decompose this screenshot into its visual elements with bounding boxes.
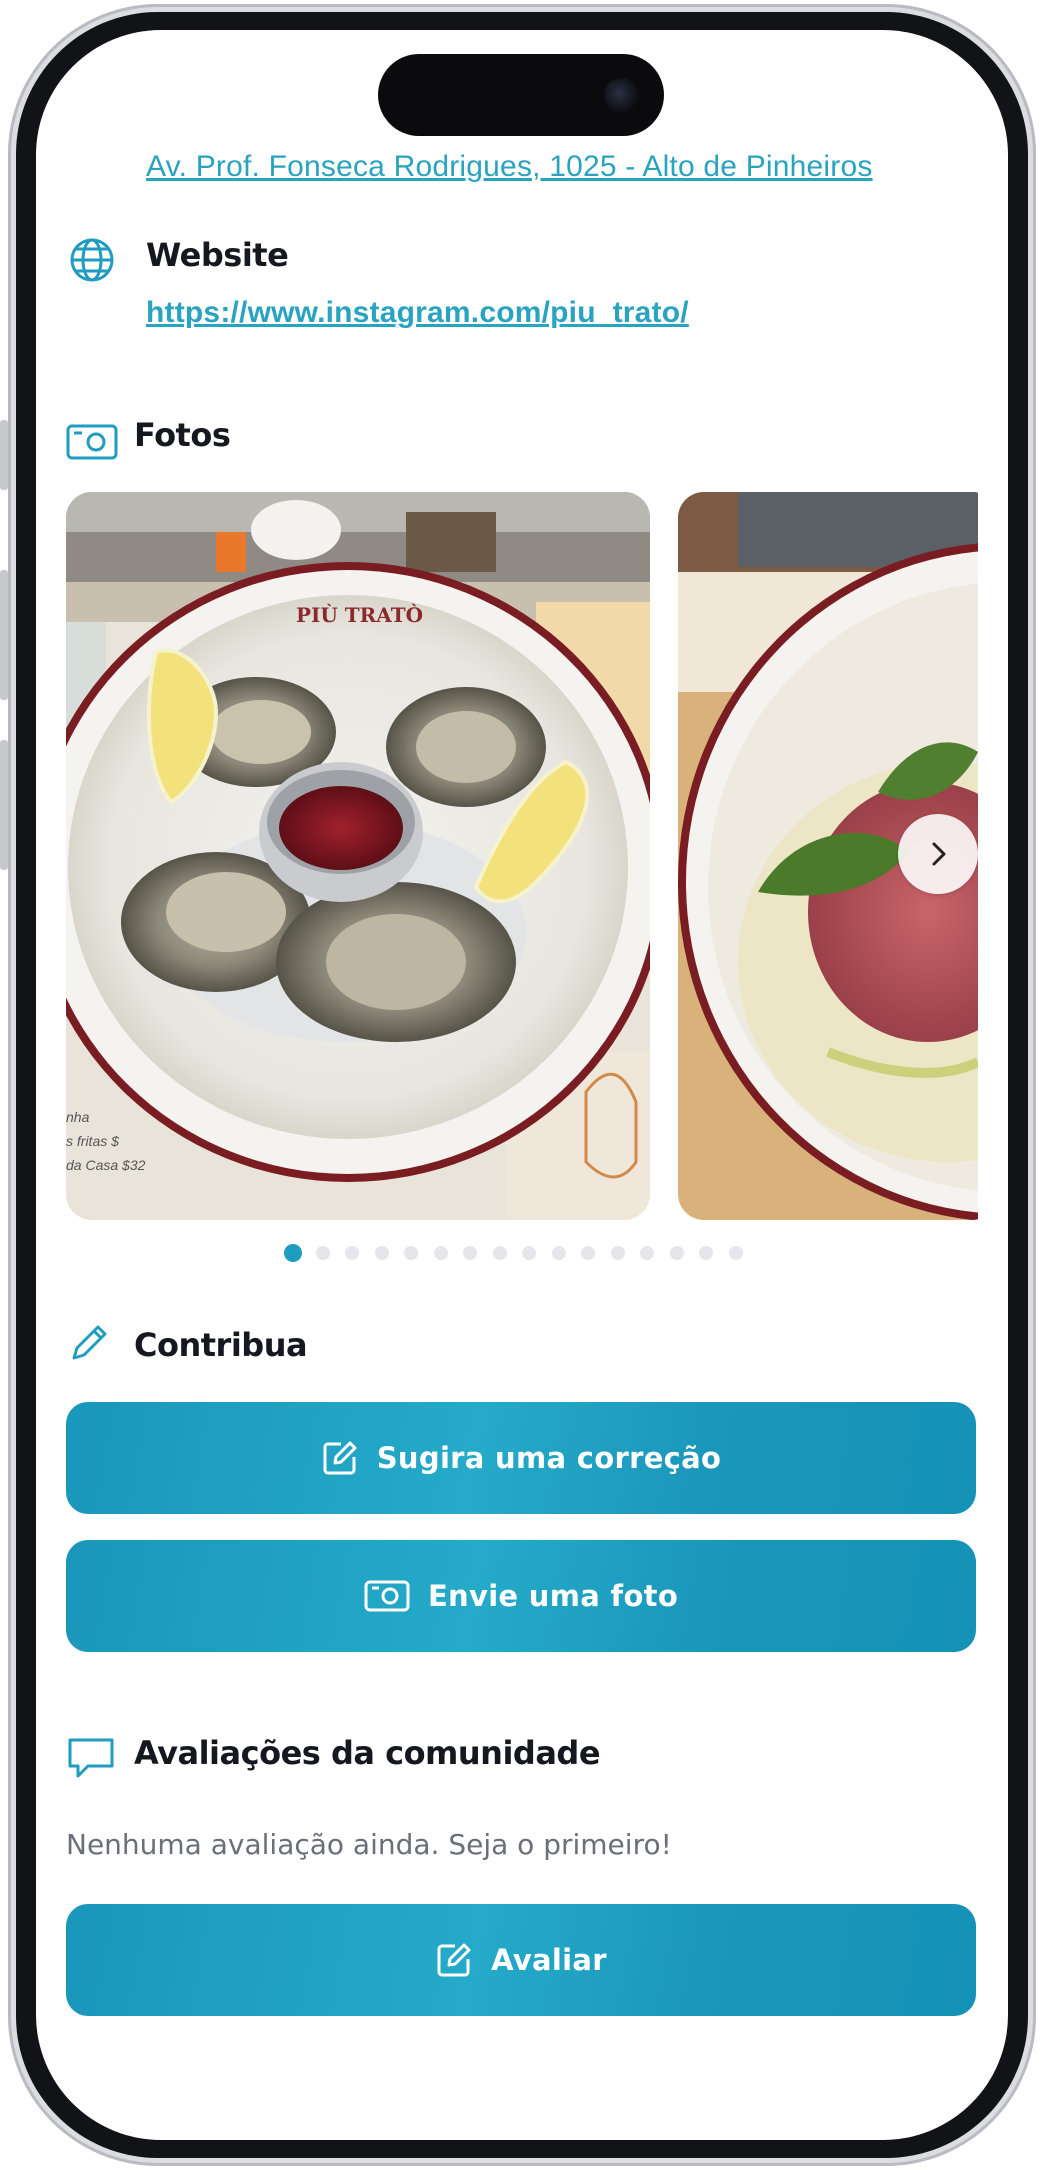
no-reviews-text: Nenhuma avaliação ainda. Seja o primeiro… [66,1828,672,1861]
carousel-dot[interactable] [463,1246,477,1260]
contribute-heading: Contribua [134,1326,308,1364]
carousel-dot[interactable] [315,1246,330,1260]
dynamic-island [378,54,664,136]
send-photo-label: Envie uma foto [427,1579,679,1613]
carousel-next-button[interactable] [898,814,978,894]
carousel-dot[interactable] [345,1246,359,1260]
edit-icon [323,1441,357,1475]
suggest-correction-button[interactable]: Sugira uma correção [66,1402,976,1514]
camera-icon [604,78,638,112]
address-link[interactable]: Av. Prof. Fonseca Rodrigues, 1025 - Alto… [146,150,873,184]
carousel-dot[interactable] [522,1246,536,1260]
carousel-dot[interactable] [404,1246,418,1260]
plate-brand-text: PIÙ TRATÒ [296,602,423,627]
carousel-dot[interactable] [581,1246,595,1260]
carousel-dot[interactable] [374,1246,389,1260]
menu-snippet-2: s fritas $ [66,1133,119,1149]
camera-icon [66,422,118,462]
menu-snippet-3: da Casa $32 [66,1157,146,1173]
camera-icon [364,1580,410,1612]
edit-icon [437,1943,471,1977]
photos-heading: Fotos [134,416,231,454]
carousel-dot[interactable] [699,1246,713,1260]
volume-down-button [0,740,8,870]
photo-oysters[interactable]: PIÙ TRATÒ nha s fritas $ da Casa $32 [66,492,650,1220]
carousel-dot[interactable] [433,1246,448,1260]
app-screen: Av. Prof. Fonseca Rodrigues, 1025 - Alto… [36,30,1008,2140]
carousel-dot[interactable] [284,1244,302,1262]
action-button [0,420,8,490]
carousel-dot[interactable] [728,1246,743,1260]
globe-icon [68,236,116,284]
pencil-icon [68,1322,110,1364]
website-heading: Website [146,236,289,274]
website-link[interactable]: https://www.instagram.com/piu_trato/ [146,296,689,330]
chevron-right-icon [932,842,946,866]
photo-carousel[interactable]: PIÙ TRATÒ nha s fritas $ da Casa $32 [66,492,978,1220]
reviews-heading: Avaliações da comunidade [134,1734,601,1772]
rate-button[interactable]: Avaliar [66,1904,976,2016]
carousel-dot[interactable] [640,1246,654,1260]
carousel-dot[interactable] [492,1246,507,1260]
suggest-correction-label: Sugira uma correção [376,1441,722,1475]
menu-snippet-1: nha [66,1109,90,1125]
chat-bubble-icon [66,1736,116,1780]
volume-up-button [0,570,8,700]
rate-label: Avaliar [491,1943,607,1977]
send-photo-button[interactable]: Envie uma foto [66,1540,976,1652]
carousel-dot[interactable] [669,1246,684,1260]
carousel-dot[interactable] [551,1246,566,1260]
carousel-pagination [36,1244,1008,1266]
carousel-dot[interactable] [610,1246,625,1260]
